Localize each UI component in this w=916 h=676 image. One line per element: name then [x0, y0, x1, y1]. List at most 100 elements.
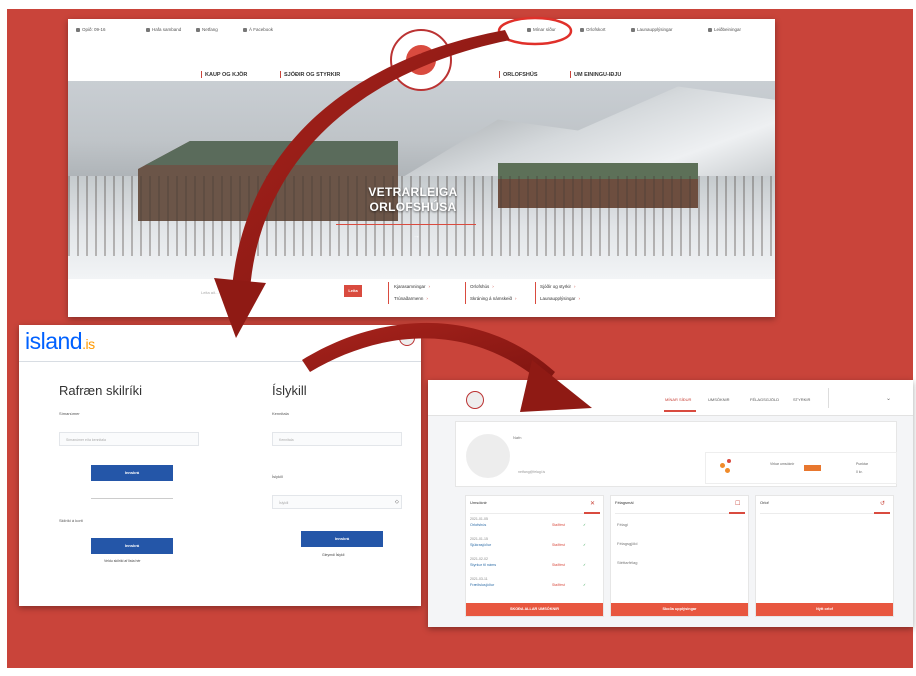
divider [470, 513, 599, 514]
menu-grants[interactable]: STYRKIR [793, 397, 810, 402]
forgot-link[interactable]: Gleymdi Íslykli [322, 553, 344, 557]
view-info-button[interactable]: Skoða upplýsingar [611, 603, 748, 616]
search-input[interactable]: Leita að... [201, 290, 341, 300]
password-label: Íslykill [272, 474, 283, 479]
accent-underline [874, 512, 890, 514]
active-tab-indicator [664, 410, 696, 412]
nav-item[interactable]: UM EININGU-IÐJU [570, 71, 621, 78]
topbar-item[interactable]: Netfang [196, 27, 218, 32]
topbar-item[interactable]: Leiðbeiningar [708, 27, 741, 32]
icekey-title: Íslykill [272, 383, 307, 398]
nav-item[interactable]: ORLOFSHÚS [499, 71, 538, 78]
ssn-label: Kennitala [272, 411, 289, 416]
my-pages-dashboard-screenshot: MÍNAR SÍÐUR UMSÓKNIR FÉLAGSGJÖLD STYRKIR… [428, 380, 913, 627]
topbar-item[interactable]: Orlofskort [580, 27, 606, 32]
island-logo[interactable]: island.is [25, 328, 95, 355]
quick-link[interactable]: Orlofshús › [470, 284, 494, 289]
application-row[interactable]: Fræðslusjóður Staðfest ✓ [470, 583, 599, 587]
application-date: 2021-03-11 [470, 577, 488, 581]
menu-my-pages[interactable]: MÍNAR SÍÐUR [665, 397, 691, 402]
user-icon [527, 27, 531, 32]
login-button[interactable]: Innskrá [91, 465, 173, 481]
quick-link[interactable]: Trúnaðarmenn › [394, 296, 428, 301]
refresh-icon[interactable]: ↺ [880, 500, 885, 507]
island-login-screenshot: island.is Rafræn skilríki Símanúmer Síma… [19, 325, 421, 606]
screenshot-frame: Opið: 09-16 Hafa samband Netfang Á Faceb… [0, 0, 916, 676]
union-logo [399, 330, 415, 346]
mail-icon [196, 27, 200, 32]
application-row[interactable]: Sjúkrasjóður Staðfest ✓ [470, 543, 599, 547]
eye-icon[interactable]: ◇ [395, 499, 399, 505]
stat-value: 0 kr. [856, 470, 863, 474]
list-item[interactable]: Félagi [617, 522, 628, 527]
profile-name: Nafn [513, 435, 522, 440]
check-icon: ✓ [583, 523, 586, 527]
dashboard-header: MÍNAR SÍÐUR UMSÓKNIR FÉLAGSGJÖLD STYRKIR… [428, 380, 913, 416]
password-input[interactable]: Íslykill [272, 495, 402, 509]
hero-divider [336, 224, 476, 225]
ssn-input[interactable]: Kennitala [272, 432, 402, 446]
topbar-item[interactable]: Launaupplýsingar [631, 27, 673, 32]
divider [615, 513, 744, 514]
stat-label: Punktar [856, 462, 869, 466]
accent-underline [584, 512, 600, 514]
divider [91, 498, 173, 499]
nav-item[interactable]: KAUP OG KJÖR [201, 71, 247, 78]
new-holiday-button[interactable]: Nýtt orlof [756, 603, 893, 616]
menu-fees[interactable]: FÉLAGSGJÖLD [750, 397, 779, 402]
card-title: Félagsmál [615, 500, 634, 505]
points-bar [804, 465, 821, 471]
application-date: 2021-01-05 [470, 517, 488, 521]
divider [388, 282, 389, 304]
menu-applications[interactable]: UMSÓKNIR [708, 397, 730, 402]
profile-email: netfang@felagi.is [518, 470, 546, 474]
status-dot-icon [727, 459, 731, 463]
quick-link[interactable]: Sjóðir og styrkir › [540, 284, 576, 289]
stats-panel: Virkar umsóknir Punktar 0 kr. [705, 452, 897, 484]
card-id-label: Skilríki á korti [59, 518, 83, 523]
icekey-login-button[interactable]: Innskrá [301, 531, 383, 547]
topbar-item[interactable]: Opið: 09-16 [76, 27, 106, 32]
chevron-down-icon[interactable]: ⌄ [886, 395, 891, 402]
check-icon: ✓ [583, 563, 586, 567]
phone-icon [146, 27, 150, 32]
quick-link[interactable]: Kjarasamningar › [394, 284, 430, 289]
nav-item[interactable]: SJÓÐIR OG STYRKIR [280, 71, 340, 78]
view-all-applications-button[interactable]: SKOÐA ALLAR UMSÓKNIR [466, 603, 603, 616]
profile-card: Nafn netfang@felagi.is Virkar umsóknir P… [455, 421, 897, 487]
phone-input[interactable]: Símanúmer eða kennitala [59, 432, 199, 446]
my-pages-link[interactable]: Mínar síður [527, 27, 556, 32]
union-logo[interactable] [466, 391, 484, 409]
union-logo[interactable] [390, 29, 452, 91]
phone-label: Símanúmer [59, 411, 80, 416]
holiday-card: Orlof ↺ Nýtt orlof [755, 495, 894, 617]
electronic-id-title: Rafræn skilríki [59, 383, 143, 398]
hero-banner[interactable]: VETRARLEIGA ORLOFSHÚSA → [68, 81, 775, 279]
topbar-item[interactable]: Hafa samband [146, 27, 181, 32]
topbar-item[interactable]: Á Facebook [243, 27, 273, 32]
document-icon[interactable]: ☐ [735, 500, 740, 507]
house-icon [414, 53, 428, 62]
arrow-right-icon[interactable]: → [413, 233, 420, 240]
hero-title: VETRARLEIGA ORLOFSHÚSA [368, 185, 458, 214]
facebook-icon [243, 27, 247, 32]
divider [465, 282, 466, 304]
status-dot-icon [720, 463, 725, 468]
close-icon[interactable]: ✕ [590, 500, 595, 507]
list-item[interactable]: Félagsgjöld [617, 541, 637, 546]
avatar[interactable] [466, 434, 510, 478]
quick-link[interactable]: Skráning á námskeið › [470, 296, 517, 301]
application-row[interactable]: Orlofshús Staðfest ✓ [470, 523, 599, 527]
status-dot-icon [725, 468, 730, 473]
divider [828, 388, 829, 408]
search-button[interactable]: Leita [344, 285, 362, 297]
clock-icon [76, 27, 80, 32]
membership-card: Félagsmál ☐ Félagi Félagsgjöld Stéttarfé… [610, 495, 749, 617]
list-item[interactable]: Stéttarfélag [617, 560, 637, 565]
applications-card: Umsóknir ✕ 2021-01-05 Orlofshús Staðfest ✓… [465, 495, 604, 617]
stat-label: Virkar umsóknir [770, 462, 795, 466]
card-login-button[interactable]: Innskrá [91, 538, 173, 554]
quick-link[interactable]: Launaupplýsingar › [540, 296, 580, 301]
application-row[interactable]: Styrkur til náms Staðfest ✓ [470, 563, 599, 567]
application-date: 2021-01-15 [470, 537, 488, 541]
